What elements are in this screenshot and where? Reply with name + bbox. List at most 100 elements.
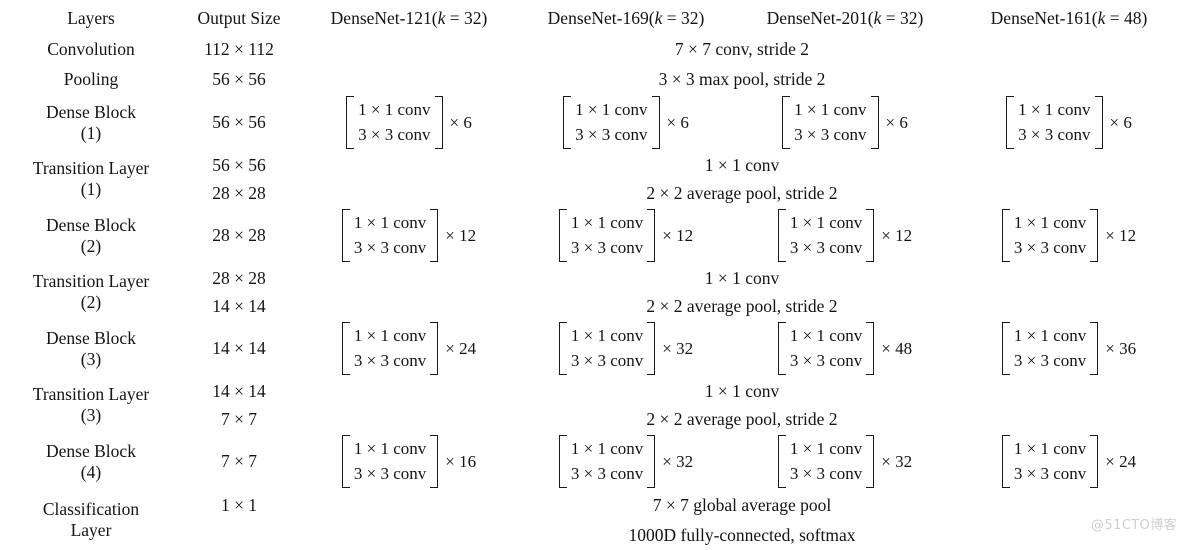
- repeat-count: × 12: [881, 226, 913, 245]
- output-size-pooling: 56 × 56: [212, 68, 266, 89]
- output-size-dense-block-4: 7 × 7: [220, 451, 258, 472]
- conv-1x1: 1 × 1 conv: [570, 438, 644, 458]
- repeat-count: × 24: [445, 339, 477, 358]
- densenet-169-name: DenseNet-169(: [547, 8, 655, 29]
- spec-transition-layer-1b: 2 × 2 average pool, stride 2: [646, 182, 838, 203]
- dense-block-3-densenet-161: 1 × 1 conv 3 × 3 conv × 36: [955, 320, 1183, 377]
- spec-transition-layer-3b: 2 × 2 average pool, stride 2: [646, 408, 838, 429]
- conv-bracket: 1 × 1 conv 3 × 3 conv: [341, 434, 439, 489]
- column-header-densenet-121: DenseNet-121(k = 32): [301, 3, 517, 34]
- conv-1x1: 1 × 1 conv: [570, 212, 644, 232]
- classification-title: Classification: [42, 499, 140, 520]
- conv-3x3: 3 × 3 conv: [789, 238, 863, 257]
- repeat-count: × 12: [662, 226, 694, 245]
- row-label-transition-layer-2: Transition Layer (2): [5, 264, 177, 320]
- densenet-121-name: DenseNet-121(: [330, 8, 438, 29]
- table-row-transition-layer-1b: 28 × 28 2 × 2 average pool, stride 2: [5, 179, 1183, 207]
- table-row-transition-layer-3a: Transition Layer (3) 14 × 14 1 × 1 conv: [5, 377, 1183, 425]
- conv-1x1: 1 × 1 conv: [789, 438, 863, 458]
- conv-3x3: 3 × 3 conv: [1013, 464, 1087, 483]
- conv-3x3: 3 × 3 conv: [570, 238, 644, 257]
- conv-1x1: 1 × 1 conv: [353, 212, 427, 232]
- conv-bracket: 1 × 1 conv 3 × 3 conv: [558, 434, 656, 489]
- conv-3x3: 3 × 3 conv: [1018, 125, 1091, 144]
- conv-1x1: 1 × 1 conv: [794, 99, 867, 119]
- conv-3x3: 3 × 3 conv: [358, 125, 431, 144]
- dense-block-3-densenet-169: 1 × 1 conv 3 × 3 conv × 32: [517, 320, 735, 377]
- conv-1x1: 1 × 1 conv: [570, 325, 644, 345]
- dense-block-1-index: (1): [80, 122, 102, 143]
- conv-3x3: 3 × 3 conv: [789, 351, 863, 370]
- conv-bracket: 1 × 1 conv 3 × 3 conv: [558, 321, 656, 376]
- output-size-convolution: 112 × 112: [204, 38, 274, 59]
- output-size-classification-b: [177, 520, 301, 550]
- dense-block-4-title: Dense Block: [46, 440, 136, 461]
- spec-transition-layer-3a: 1 × 1 conv: [704, 380, 780, 401]
- conv-1x1: 1 × 1 conv: [358, 99, 431, 119]
- conv-3x3: 3 × 3 conv: [570, 351, 644, 370]
- conv-1x1: 1 × 1 conv: [1013, 212, 1087, 232]
- conv-3x3: 3 × 3 conv: [1013, 351, 1087, 370]
- table-row-classification-b: 1000D fully-connected, softmax: [5, 520, 1183, 550]
- table-row-classification-a: Classification Layer 1 × 1 7 × 7 global …: [5, 490, 1183, 540]
- output-size-classification-a: 1 × 1: [220, 494, 258, 515]
- densenet-201-name: DenseNet-201(: [766, 8, 874, 29]
- transition-layer-1-title: Transition Layer: [32, 158, 150, 179]
- classification-subtitle: Layer: [70, 520, 112, 540]
- repeat-count: × 6: [1109, 113, 1132, 132]
- row-label-pooling: Pooling: [63, 68, 119, 89]
- column-header-densenet-169: DenseNet-169(k = 32): [517, 3, 735, 34]
- dense-block-4-densenet-161: 1 × 1 conv 3 × 3 conv × 24: [955, 433, 1183, 490]
- output-size-dense-block-1: 56 × 56: [212, 112, 266, 133]
- output-size-dense-block-2: 28 × 28: [212, 225, 266, 246]
- k-value: = 32): [445, 8, 488, 29]
- row-label-classification-layer: Classification Layer: [5, 490, 177, 550]
- table-row-dense-block-1: Dense Block (1) 56 × 56 1 × 1 conv 3 × 3…: [5, 94, 1183, 151]
- conv-1x1: 1 × 1 conv: [789, 212, 863, 232]
- conv-bracket: 1 × 1 conv 3 × 3 conv: [346, 95, 443, 150]
- dense-block-2-index: (2): [80, 235, 102, 256]
- table-row-dense-block-2: Dense Block (2) 28 × 28 1 × 1 conv 3 × 3…: [5, 207, 1183, 264]
- dense-block-3-densenet-121: 1 × 1 conv 3 × 3 conv × 24: [301, 320, 517, 377]
- row-label-dense-block-3: Dense Block (3): [5, 320, 177, 377]
- dense-block-4-densenet-201: 1 × 1 conv 3 × 3 conv × 32: [735, 433, 955, 490]
- spec-pooling: 3 × 3 max pool, stride 2: [658, 68, 826, 89]
- conv-1x1: 1 × 1 conv: [353, 438, 427, 458]
- output-size-transition-layer-1a: 56 × 56: [212, 154, 266, 175]
- repeat-count: × 32: [662, 339, 694, 358]
- dense-block-2-densenet-201: 1 × 1 conv 3 × 3 conv × 12: [735, 207, 955, 264]
- transition-layer-3-title: Transition Layer: [32, 384, 150, 405]
- dense-block-2-densenet-161: 1 × 1 conv 3 × 3 conv × 12: [955, 207, 1183, 264]
- conv-bracket: 1 × 1 conv 3 × 3 conv: [777, 321, 875, 376]
- k-value: = 32): [662, 8, 705, 29]
- row-label-dense-block-1: Dense Block (1): [5, 94, 177, 151]
- conv-bracket: 1 × 1 conv 3 × 3 conv: [1006, 95, 1103, 150]
- conv-bracket: 1 × 1 conv 3 × 3 conv: [1001, 321, 1099, 376]
- row-label-dense-block-4: Dense Block (4): [5, 433, 177, 490]
- conv-3x3: 3 × 3 conv: [353, 238, 427, 257]
- table-row-transition-layer-2a: Transition Layer (2) 28 × 28 1 × 1 conv: [5, 264, 1183, 312]
- conv-bracket: 1 × 1 conv 3 × 3 conv: [563, 95, 660, 150]
- column-header-output-size: Output Size: [197, 8, 281, 29]
- spec-classification-b: 1000D fully-connected, softmax: [628, 524, 856, 545]
- conv-3x3: 3 × 3 conv: [789, 464, 863, 483]
- spec-transition-layer-1a: 1 × 1 conv: [704, 154, 780, 175]
- output-size-transition-layer-2a: 28 × 28: [212, 267, 266, 288]
- repeat-count: × 12: [445, 226, 477, 245]
- repeat-count: × 36: [1105, 339, 1137, 358]
- output-size-transition-layer-2b: 14 × 14: [212, 295, 266, 316]
- k-value: = 32): [881, 8, 924, 29]
- table-row-pooling: Pooling 56 × 56 3 × 3 max pool, stride 2: [5, 64, 1183, 94]
- dense-block-2-densenet-169: 1 × 1 conv 3 × 3 conv × 12: [517, 207, 735, 264]
- conv-3x3: 3 × 3 conv: [794, 125, 867, 144]
- conv-bracket: 1 × 1 conv 3 × 3 conv: [341, 321, 439, 376]
- output-size-transition-layer-3b: 7 × 7: [220, 408, 258, 429]
- conv-1x1: 1 × 1 conv: [1013, 325, 1087, 345]
- dense-block-4-densenet-169: 1 × 1 conv 3 × 3 conv × 32: [517, 433, 735, 490]
- transition-layer-2-title: Transition Layer: [32, 271, 150, 292]
- output-size-dense-block-3: 14 × 14: [212, 338, 266, 359]
- repeat-count: × 6: [449, 113, 472, 132]
- densenet-architecture-table-container: Layers Output Size DenseNet-121(k = 32) …: [0, 0, 1184, 545]
- spec-convolution: 7 × 7 conv, stride 2: [674, 38, 810, 59]
- dense-block-1-densenet-121: 1 × 1 conv 3 × 3 conv × 6: [301, 94, 517, 151]
